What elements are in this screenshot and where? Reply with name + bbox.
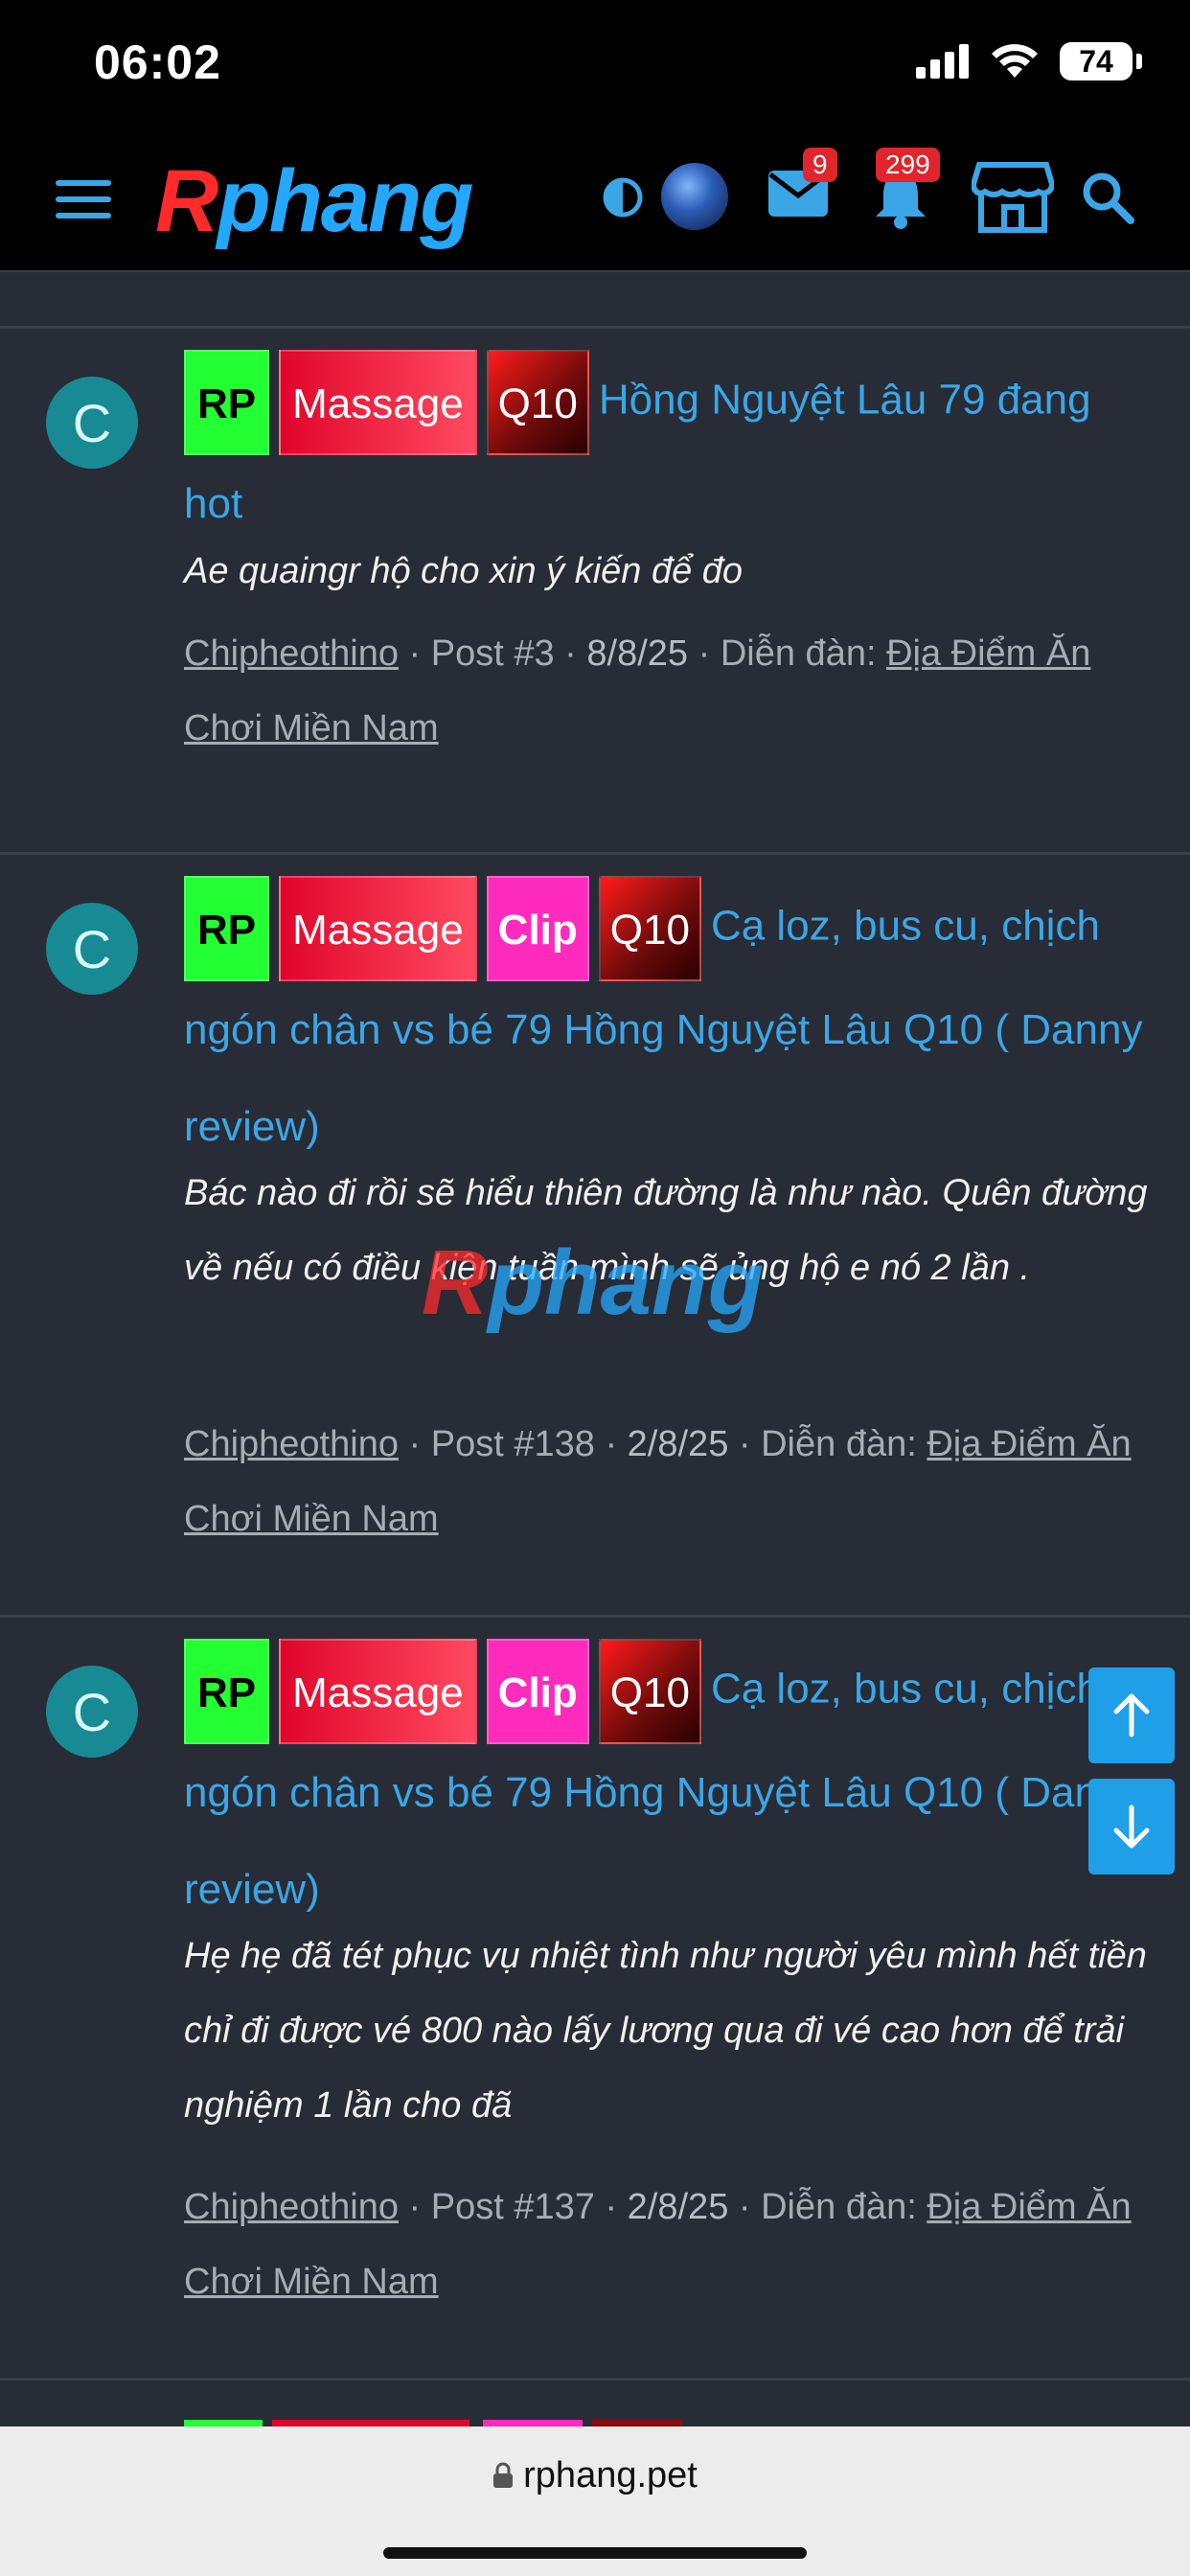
tag-q10[interactable]: Q10 (598, 876, 701, 981)
menu-icon[interactable] (56, 178, 113, 220)
post-snippet: Ae quaingr hộ cho xin ý kiến để đo (184, 551, 744, 591)
logo-r: R (155, 152, 218, 250)
tag-massage[interactable]: Massage (279, 350, 477, 455)
result-title[interactable]: RP Massage Q10 Hồng Nguyệt Lâu 79 đang hot (184, 350, 1152, 552)
scroll-bottom-button[interactable] (1088, 1779, 1175, 1874)
result-item[interactable]: C RP Massage Clip Q10 Cạ loz, bus cu, chịch … (0, 855, 1190, 1618)
lock-icon (493, 2462, 514, 2488)
avatar-globe[interactable] (661, 163, 728, 230)
tag-q10[interactable]: Q10 (598, 1639, 701, 1744)
logo-rest: phang (217, 152, 473, 250)
avatar[interactable]: C (46, 377, 138, 469)
home-indicator[interactable] (383, 2547, 807, 2559)
signal-icon (916, 44, 969, 79)
site-header: Rphang 9 299 (0, 126, 1190, 272)
result-title[interactable]: RP Massage Clip Q10 Cạ loz, bus cu, chịch ng… (184, 1639, 1152, 1938)
post-number[interactable]: Post #3 (431, 633, 555, 674)
author-link[interactable]: Chipheothino (184, 2187, 399, 2227)
alerts-badge: 299 (876, 148, 940, 182)
forum-label: Diễn đàn: (761, 1424, 917, 1464)
post-number[interactable]: Post #137 (431, 2187, 595, 2227)
battery-indicator: 74 (1060, 42, 1142, 80)
post-meta: Chipheothino · Post #3 · 8/8/25 · Diễn đ… (184, 633, 1091, 748)
forum-label: Diễn đàn: (761, 2187, 917, 2227)
scroll-top-button[interactable] (1088, 1668, 1175, 1763)
post-date: 8/8/25 (586, 633, 689, 674)
result-item[interactable]: C RP Massage Clip Q10 Cạ loz, bus cu, chịch … (0, 1618, 1190, 2380)
post-meta: Chipheothino · Post #137 · 2/8/25 · Diễn… (184, 2187, 1132, 2302)
search-icon[interactable] (1081, 171, 1134, 224)
post-date: 2/8/25 (627, 1424, 729, 1464)
tag-massage[interactable]: Massage (279, 1639, 477, 1744)
tag-clip[interactable]: Clip (486, 1639, 589, 1744)
post-number[interactable]: Post #138 (431, 1424, 595, 1464)
avatar[interactable]: C (46, 903, 138, 995)
tag-rp[interactable]: RP (184, 876, 270, 981)
store-icon[interactable] (972, 161, 1054, 234)
status-bar: 06:02 74 (0, 0, 1190, 126)
author-link[interactable]: Chipheothino (184, 633, 399, 674)
post-date: 2/8/25 (627, 2187, 729, 2227)
address-bar[interactable]: rphang.pet (0, 2455, 1190, 2496)
status-time: 06:02 (94, 35, 221, 89)
author-link[interactable]: Chipheothino (184, 1424, 399, 1464)
browser-bottom-bar: rphang.pet (0, 2426, 1190, 2576)
messages-badge: 9 (803, 148, 837, 182)
wifi-icon (992, 44, 1038, 78)
tag-massage[interactable]: Massage (279, 876, 477, 981)
avatar[interactable]: C (46, 1666, 138, 1758)
post-meta: Chipheothino · Post #138 · 2/8/25 · Diễn… (184, 1424, 1132, 1539)
forum-label: Diễn đàn: (720, 633, 877, 674)
status-indicators: 74 (916, 42, 1142, 80)
tag-rp[interactable]: RP (184, 350, 270, 455)
tag-rp[interactable]: RP (184, 1639, 270, 1744)
result-title[interactable]: RP Massage Clip Q10 Cạ loz, bus cu, chịch ng… (184, 876, 1152, 1175)
theme-toggle-icon[interactable] (602, 176, 644, 218)
post-snippet: Bác nào đi rồi sẽ hiểu thiên đường là nh… (184, 1173, 1148, 1288)
tag-clip[interactable]: Clip (486, 876, 589, 981)
result-item[interactable]: C RP Massage Q10 Hồng Nguyệt Lâu 79 đang ho… (0, 329, 1190, 855)
site-logo[interactable]: Rphang (155, 151, 473, 252)
arrow-down-icon (1113, 1805, 1150, 1849)
post-snippet: Hẹ hẹ đã tét phục vụ nhiệt tình như ngườ… (184, 1936, 1147, 2126)
url-text[interactable]: rphang.pet (523, 2455, 698, 2496)
arrow-up-icon (1113, 1693, 1150, 1737)
tag-q10[interactable]: Q10 (486, 350, 589, 455)
